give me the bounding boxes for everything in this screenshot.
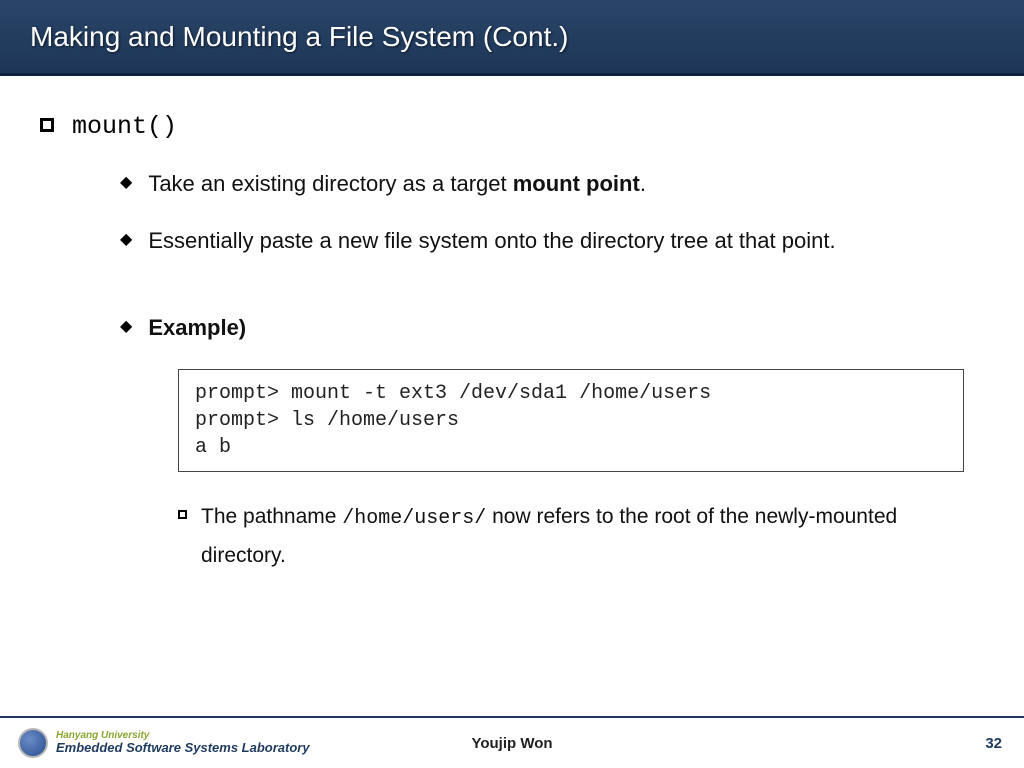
bullet-level2: ◆ Take an existing directory as a target…: [120, 169, 984, 200]
main-bullet-text: mount(): [72, 112, 177, 141]
sub-sub-list: The pathname /home/users/ now refers to …: [178, 498, 984, 575]
slide-title: Making and Mounting a File System (Cont.…: [30, 21, 568, 53]
subpoint-text: The pathname /home/users/ now refers to …: [201, 498, 984, 575]
title-bar: Making and Mounting a File System (Cont.…: [0, 0, 1024, 76]
university-seal-icon: [18, 728, 48, 758]
point-1: Take an existing directory as a target m…: [148, 169, 646, 200]
diamond-bullet-icon: ◆: [120, 169, 132, 197]
bullet-level1: mount(): [40, 112, 984, 141]
bullet-level2: ◆ Example): [120, 313, 984, 344]
bullet-level2: ◆ Essentially paste a new file system on…: [120, 226, 984, 257]
footer-author: Youjip Won: [471, 735, 552, 752]
bullet-level3: The pathname /home/users/ now refers to …: [178, 498, 984, 575]
diamond-bullet-icon: ◆: [120, 226, 132, 254]
square-bullet-icon: [40, 118, 54, 132]
code-block: prompt> mount -t ext3 /dev/sda1 /home/us…: [178, 369, 964, 472]
sub-list: ◆ Take an existing directory as a target…: [120, 169, 984, 575]
diamond-bullet-icon: ◆: [120, 313, 132, 341]
footer-logo: Hanyang University Embedded Software Sys…: [18, 728, 310, 758]
lab-name: Embedded Software Systems Laboratory: [56, 741, 310, 755]
slide-content: mount() ◆ Take an existing directory as …: [0, 76, 1024, 575]
hollow-square-bullet-icon: [178, 510, 187, 519]
point-2: Essentially paste a new file system onto…: [148, 226, 835, 257]
page-number: 32: [985, 735, 1002, 752]
example-label: Example): [148, 313, 246, 344]
slide-footer: Hanyang University Embedded Software Sys…: [0, 716, 1024, 768]
logo-text: Hanyang University Embedded Software Sys…: [56, 731, 310, 755]
